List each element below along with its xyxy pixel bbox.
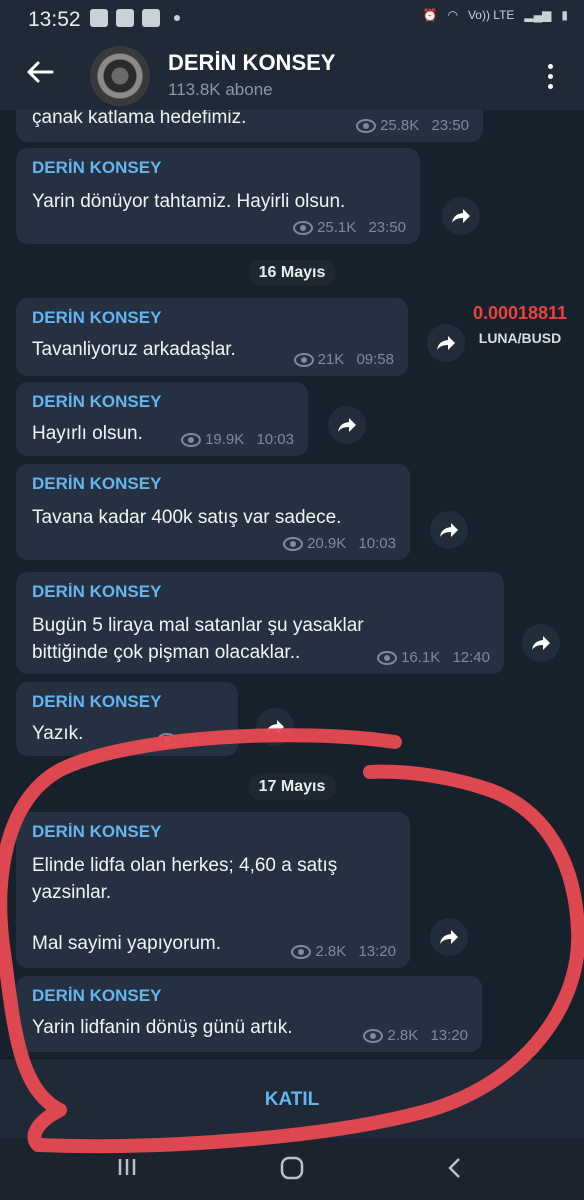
annotation-circle (0, 728, 584, 1154)
